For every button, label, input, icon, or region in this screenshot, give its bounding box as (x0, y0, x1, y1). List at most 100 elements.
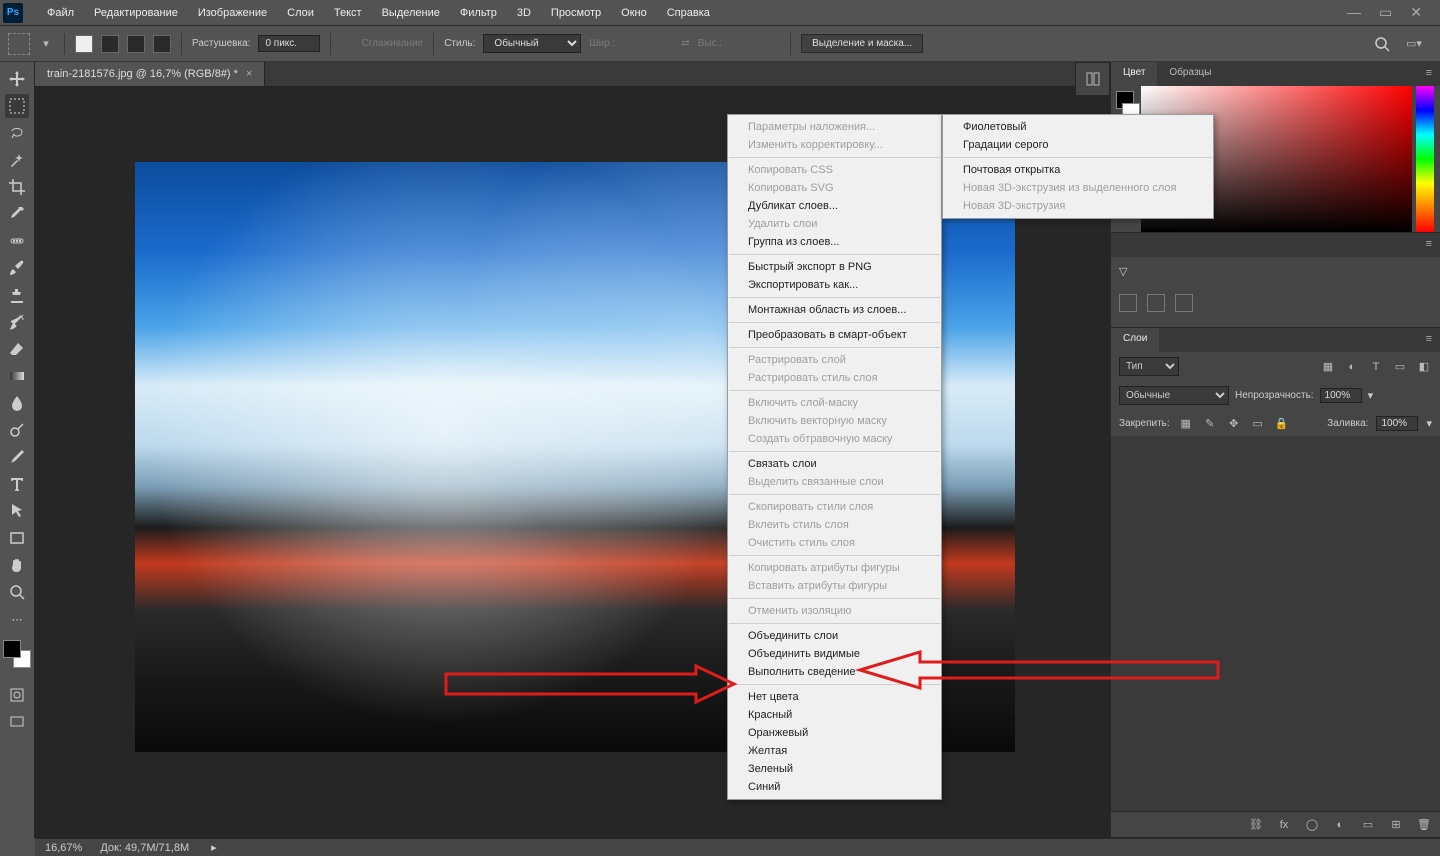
layer-mask-icon[interactable]: ◯ (1304, 817, 1320, 833)
doc-info[interactable]: Док: 49,7M/71,8M (100, 842, 189, 854)
panel-menu-icon[interactable]: ≡ (1418, 62, 1440, 86)
adjust-preset-icon[interactable] (1147, 294, 1165, 312)
tab-swatches[interactable]: Образцы (1157, 62, 1223, 86)
color-swatches[interactable] (3, 640, 31, 668)
healing-brush-tool-icon[interactable] (5, 229, 29, 253)
context-item[interactable]: Быстрый экспорт в PNG (728, 258, 941, 276)
filter-text-icon[interactable]: T (1368, 359, 1384, 375)
style-select[interactable]: Обычный (483, 34, 581, 53)
group-icon[interactable]: ▭ (1360, 817, 1376, 833)
lock-pixels-icon[interactable]: ✎ (1202, 415, 1218, 431)
layer-list[interactable] (1111, 436, 1440, 811)
eraser-tool-icon[interactable] (5, 337, 29, 361)
text-tool-icon[interactable] (5, 472, 29, 496)
link-layers-icon[interactable]: ⛓ (1248, 817, 1264, 833)
intersect-selection-icon[interactable] (153, 35, 171, 53)
blur-tool-icon[interactable] (5, 391, 29, 415)
menu-filter[interactable]: Фильтр (450, 7, 507, 19)
tool-preset-dropdown-icon[interactable]: ▾ (38, 36, 54, 52)
fill-input[interactable] (1376, 416, 1418, 431)
context-item[interactable]: Желтая (728, 742, 941, 760)
context-item[interactable]: Объединить слои (728, 627, 941, 645)
subtract-selection-icon[interactable] (127, 35, 145, 53)
rectangle-tool-icon[interactable] (5, 526, 29, 550)
context-item[interactable]: Объединить видимые (728, 645, 941, 663)
context-item[interactable]: Почтовая открытка (943, 161, 1213, 179)
fill-dropdown-icon[interactable]: ▾ (1426, 417, 1432, 430)
context-item[interactable]: Оранжевый (728, 724, 941, 742)
menu-image[interactable]: Изображение (188, 7, 277, 19)
clone-stamp-tool-icon[interactable] (5, 283, 29, 307)
new-selection-icon[interactable] (75, 35, 93, 53)
filter-smart-icon[interactable]: ◧ (1416, 359, 1432, 375)
minimize-icon[interactable]: — (1347, 4, 1361, 21)
blend-mode-select[interactable]: Обычные (1119, 386, 1229, 405)
context-item[interactable]: Выполнить сведение (728, 663, 941, 681)
collapsed-panel-icon[interactable] (1075, 62, 1110, 96)
marquee-tool-icon[interactable] (5, 94, 29, 118)
brush-tool-icon[interactable] (5, 256, 29, 280)
new-layer-icon[interactable]: ⊞ (1388, 817, 1404, 833)
context-item[interactable]: Фиолетовый (943, 118, 1213, 136)
pen-tool-icon[interactable] (5, 445, 29, 469)
panel-menu-icon[interactable]: ≡ (1418, 328, 1440, 352)
eyedropper-tool-icon[interactable] (5, 202, 29, 226)
select-and-mask-button[interactable]: Выделение и маска... (801, 34, 923, 53)
context-item[interactable]: Градации серого (943, 136, 1213, 154)
close-tab-icon[interactable]: × (246, 68, 252, 80)
menu-view[interactable]: Просмотр (541, 7, 611, 19)
active-tool-marquee-icon[interactable] (8, 33, 30, 55)
context-item[interactable]: Группа из слоев... (728, 233, 941, 251)
workspace-switcher-icon[interactable]: ▭▾ (1406, 36, 1422, 52)
lock-transparent-icon[interactable]: ▦ (1178, 415, 1194, 431)
crop-tool-icon[interactable] (5, 175, 29, 199)
context-item[interactable]: Нет цвета (728, 688, 941, 706)
adjustment-layer-icon[interactable]: ◐ (1332, 817, 1348, 833)
adjust-icon[interactable]: ▽ (1119, 265, 1127, 278)
zoom-level[interactable]: 16,67% (45, 842, 82, 854)
tab-color[interactable]: Цвет (1111, 62, 1157, 86)
hue-slider[interactable] (1416, 86, 1434, 232)
context-item[interactable]: Экспортировать как... (728, 276, 941, 294)
lock-position-icon[interactable]: ✥ (1226, 415, 1242, 431)
path-selection-tool-icon[interactable] (5, 499, 29, 523)
tab-layers[interactable]: Слои (1111, 328, 1159, 352)
hand-tool-icon[interactable] (5, 553, 29, 577)
context-item[interactable]: Монтажная область из слоев... (728, 301, 941, 319)
add-selection-icon[interactable] (101, 35, 119, 53)
menu-text[interactable]: Текст (324, 7, 372, 19)
context-item[interactable]: Дубликат слоев... (728, 197, 941, 215)
context-item[interactable]: Преобразовать в смарт-объект (728, 326, 941, 344)
adjust-preset-icon[interactable] (1175, 294, 1193, 312)
menu-help[interactable]: Справка (657, 7, 720, 19)
lock-all-icon[interactable]: 🔒 (1274, 415, 1290, 431)
menu-select[interactable]: Выделение (372, 7, 450, 19)
zoom-tool-icon[interactable] (5, 580, 29, 604)
history-brush-tool-icon[interactable] (5, 310, 29, 334)
layer-kind-select[interactable]: Тип (1119, 357, 1179, 376)
magic-wand-tool-icon[interactable] (5, 148, 29, 172)
menu-3d[interactable]: 3D (507, 7, 541, 19)
edit-toolbar-icon[interactable]: ⋯ (5, 607, 29, 631)
lock-artboard-icon[interactable]: ▭ (1250, 415, 1266, 431)
close-icon[interactable]: ✕ (1410, 4, 1422, 21)
move-tool-icon[interactable] (5, 67, 29, 91)
menu-layers[interactable]: Слои (277, 7, 324, 19)
dodge-tool-icon[interactable] (5, 418, 29, 442)
menu-file[interactable]: Файл (37, 7, 84, 19)
search-icon[interactable] (1374, 36, 1390, 52)
context-item[interactable]: Зеленый (728, 760, 941, 778)
adjust-preset-icon[interactable] (1119, 294, 1137, 312)
menu-window[interactable]: Окно (611, 7, 657, 19)
quick-mask-icon[interactable] (5, 683, 29, 707)
foreground-color-icon[interactable] (3, 640, 21, 658)
lasso-tool-icon[interactable] (5, 121, 29, 145)
panel-menu-icon[interactable]: ≡ (1418, 233, 1440, 257)
filter-adjustment-icon[interactable]: ◐ (1344, 359, 1360, 375)
menu-edit[interactable]: Редактирование (84, 7, 188, 19)
layer-fx-icon[interactable]: fx (1276, 817, 1292, 833)
context-item[interactable]: Красный (728, 706, 941, 724)
document-tab[interactable]: train-2181576.jpg @ 16,7% (RGB/8#) * × (35, 62, 265, 86)
maximize-icon[interactable]: ▭ (1379, 4, 1392, 21)
filter-pixel-icon[interactable]: ▦ (1320, 359, 1336, 375)
